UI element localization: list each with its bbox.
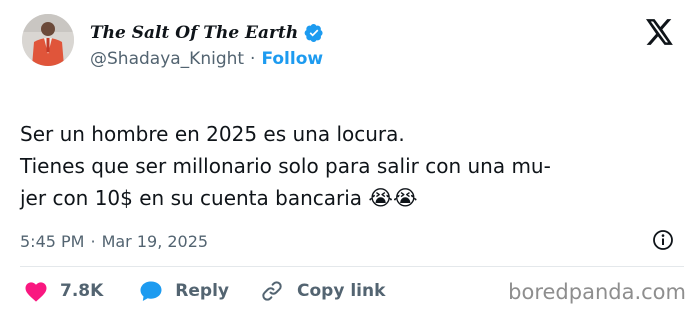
handle-separator: · xyxy=(250,49,256,69)
follow-button[interactable]: Follow xyxy=(261,49,323,69)
tweet-line: Tienes que ser millonario solo para sali… xyxy=(20,154,551,178)
tweet-line-text: jer con 10$ en su cuenta bancaria xyxy=(20,186,363,210)
like-count: 7.8K xyxy=(60,281,104,301)
copy-link-label: Copy link xyxy=(297,281,386,301)
author-name-row: The Salt Of The Earth xyxy=(90,21,324,45)
x-logo-icon[interactable] xyxy=(646,19,674,45)
tweet-timestamp[interactable]: 5:45 PM · Mar 19, 2025 xyxy=(20,228,208,254)
reply-button[interactable]: Reply xyxy=(139,280,229,302)
reply-label: Reply xyxy=(175,281,229,301)
author-handle[interactable]: @Shadaya_Knight xyxy=(90,49,244,69)
author-handle-row: @Shadaya_Knight · Follow xyxy=(90,48,323,70)
tweet-actions: 7.8K Reply Copy link xyxy=(24,276,385,306)
timestamp-separator: · xyxy=(90,231,96,251)
tweet-time: 5:45 PM xyxy=(20,231,85,251)
info-icon[interactable] xyxy=(652,229,674,251)
verified-badge-icon xyxy=(304,23,324,43)
crying-emoji: 😭😭 xyxy=(368,186,418,210)
avatar-image xyxy=(22,14,74,66)
avatar[interactable] xyxy=(22,14,74,66)
reply-bubble-icon xyxy=(140,281,162,301)
copy-link-button[interactable]: Copy link xyxy=(259,279,385,303)
heart-icon xyxy=(25,282,47,302)
divider xyxy=(20,266,684,267)
tweet-line: Ser un hombre en 2025 es una locura. xyxy=(20,122,405,146)
tweet-line: jer con 10$ en su cuenta bancaria 😭😭 xyxy=(20,182,685,214)
link-icon xyxy=(262,281,282,301)
author-display-name[interactable]: The Salt Of The Earth xyxy=(90,23,298,43)
tweet-date: Mar 19, 2025 xyxy=(101,231,209,251)
like-button[interactable]: 7.8K xyxy=(24,280,103,302)
watermark: boredpanda.com xyxy=(508,280,686,304)
tweet-text: Ser un hombre en 2025 es una locura. Tie… xyxy=(20,118,685,214)
